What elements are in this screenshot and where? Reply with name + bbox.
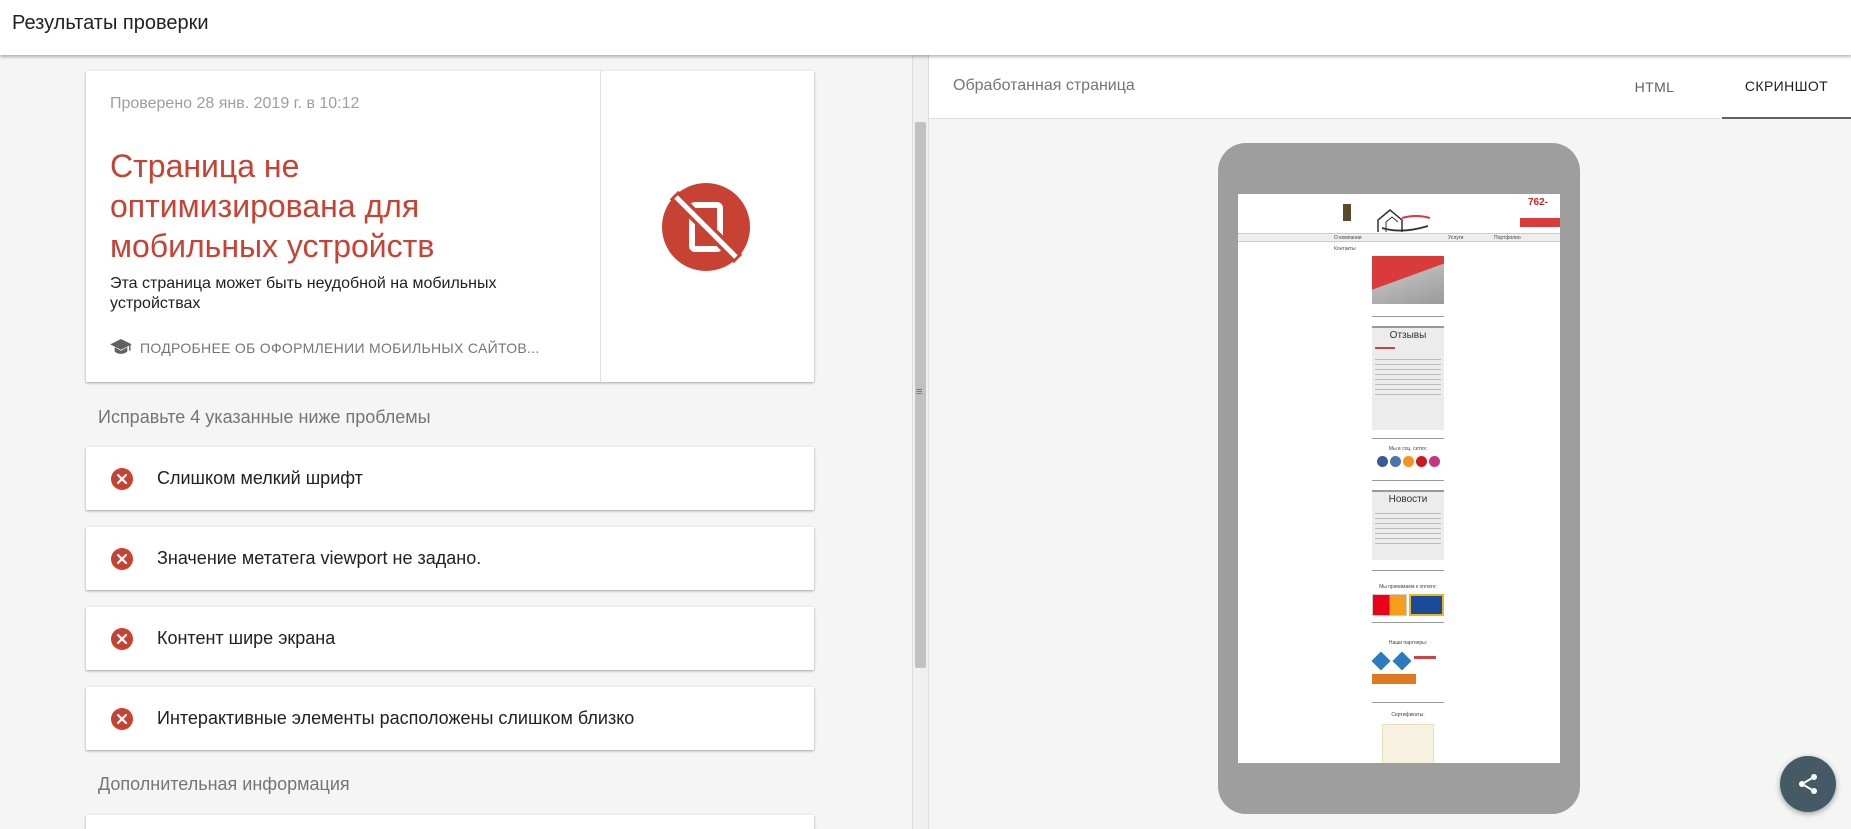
preview-panel: Обработанная страница HTML СКРИНШОТ 762-… bbox=[929, 55, 1851, 829]
share-icon bbox=[1799, 774, 1817, 794]
site-reviews-text bbox=[1375, 359, 1441, 399]
error-circle-icon bbox=[111, 467, 133, 490]
site-payment-label: Мы принимаем к оплате: bbox=[1379, 584, 1437, 590]
summary-divider bbox=[600, 71, 601, 382]
vk-icon bbox=[1389, 456, 1401, 467]
splitter-grip-icon[interactable]: ≡ bbox=[916, 386, 922, 398]
site-discount-banner bbox=[1372, 256, 1444, 304]
site-separator bbox=[1372, 438, 1444, 439]
site-social: Мы в соц. сетях: bbox=[1372, 446, 1444, 467]
not-mobile-friendly-icon bbox=[662, 183, 750, 271]
learn-more-label: ПОДРОБНЕЕ ОБ ОФОРМЛЕНИИ МОБИЛЬНЫХ САЙТОВ… bbox=[140, 340, 540, 356]
tab-html[interactable]: HTML bbox=[1593, 55, 1716, 119]
additional-info-card[interactable] bbox=[86, 815, 814, 829]
result-headline: Страница не оптимизирована для мобильных… bbox=[110, 148, 435, 264]
issue-item[interactable]: Интерактивные элементы расположены слишк… bbox=[86, 687, 814, 750]
site-certificates: Сертификаты: bbox=[1372, 712, 1444, 763]
app-header: Результаты проверки bbox=[0, 0, 1851, 55]
site-news-text bbox=[1375, 513, 1441, 547]
site-nav-about: О компании bbox=[1334, 235, 1362, 241]
site-separator bbox=[1372, 570, 1444, 571]
site-partner-logos bbox=[1371, 651, 1444, 671]
site-separator bbox=[1372, 316, 1444, 317]
visa-icon bbox=[1409, 594, 1444, 616]
site-nav-portfolio: Портфолио bbox=[1494, 235, 1521, 241]
site-nav-contacts: Контакты bbox=[1334, 246, 1356, 252]
error-circle-icon bbox=[111, 627, 133, 650]
issues-heading: Исправьте 4 указанные ниже проблемы bbox=[98, 407, 431, 427]
site-header: 762- bbox=[1238, 194, 1560, 234]
issue-item[interactable]: Контент шире экрана bbox=[86, 607, 814, 670]
issue-label: Слишком мелкий шрифт bbox=[157, 468, 363, 488]
site-nav-services: Услуги bbox=[1448, 235, 1464, 241]
tab-screenshot[interactable]: СКРИНШОТ bbox=[1722, 55, 1851, 119]
partner-logo-icon bbox=[1414, 656, 1436, 668]
graduation-cap-icon bbox=[110, 339, 132, 354]
additional-info-heading: Дополнительная информация bbox=[98, 774, 350, 794]
page-title: Результаты проверки bbox=[12, 12, 209, 34]
site-social-icons bbox=[1372, 456, 1444, 467]
results-panel: Проверено 28 янв. 2019 г. в 10:12 Страни… bbox=[0, 55, 912, 829]
error-circle-icon bbox=[111, 547, 133, 570]
partner-logo-icon bbox=[1372, 674, 1416, 684]
issue-item[interactable]: Слишком мелкий шрифт bbox=[86, 447, 814, 510]
site-logo-icon bbox=[1377, 209, 1431, 232]
preview-tabs-bar: Обработанная страница HTML СКРИНШОТ bbox=[929, 55, 1851, 119]
youtube-icon bbox=[1415, 456, 1427, 467]
instagram-icon bbox=[1428, 456, 1440, 467]
site-news-box: Новости bbox=[1372, 490, 1444, 560]
site-callback-button bbox=[1520, 218, 1560, 227]
issue-label: Контент шире экрана bbox=[157, 628, 336, 648]
facebook-icon bbox=[1376, 456, 1388, 467]
site-partners-label: Наши партнеры: bbox=[1388, 640, 1428, 646]
partner-logo-icon bbox=[1392, 651, 1412, 671]
checked-timestamp: Проверено 28 янв. 2019 г. в 10:12 bbox=[110, 95, 360, 112]
site-separator bbox=[1372, 702, 1444, 703]
site-partners: Наши партнеры: bbox=[1371, 640, 1444, 684]
error-circle-icon bbox=[111, 707, 133, 730]
site-reviews-heading: Отзывы bbox=[1389, 330, 1427, 341]
issue-label: Значение метатега viewport не задано. bbox=[157, 548, 482, 568]
site-social-label: Мы в соц. сетях: bbox=[1388, 446, 1428, 452]
site-certificates-label: Сертификаты: bbox=[1391, 712, 1425, 718]
site-news-heading: Новости bbox=[1388, 494, 1428, 505]
site-payment: Мы принимаем к оплате: bbox=[1372, 584, 1444, 616]
site-nav: О компании Услуги Портфолио bbox=[1238, 233, 1560, 242]
learn-more-link[interactable]: ПОДРОБНЕЕ ОБ ОФОРМЛЕНИИ МОБИЛЬНЫХ САЙТОВ… bbox=[110, 339, 540, 357]
site-reviews-author bbox=[1375, 347, 1395, 349]
site-door-icon bbox=[1343, 204, 1351, 221]
page-screenshot: 762- О компании Услуги Портфолио Контакт… bbox=[1238, 194, 1560, 763]
ok-icon bbox=[1402, 456, 1414, 467]
issue-item[interactable]: Значение метатега viewport не задано. bbox=[86, 527, 814, 590]
partner-logo-icon bbox=[1371, 651, 1391, 671]
certificate-thumbnail bbox=[1382, 724, 1434, 763]
site-payment-logos bbox=[1372, 594, 1444, 616]
phone-frame: 762- О компании Услуги Портфолио Контакт… bbox=[1218, 143, 1580, 814]
panel-splitter[interactable]: ≡ bbox=[912, 55, 929, 829]
site-phone: 762- bbox=[1528, 197, 1549, 208]
site-separator bbox=[1372, 480, 1444, 481]
site-separator bbox=[1372, 622, 1444, 623]
summary-card: Проверено 28 янв. 2019 г. в 10:12 Страни… bbox=[86, 71, 814, 382]
share-button[interactable] bbox=[1780, 756, 1836, 812]
rendered-page-label: Обработанная страница bbox=[953, 77, 1135, 94]
issue-label: Интерактивные элементы расположены слишк… bbox=[157, 708, 635, 728]
site-reviews-box: Отзывы bbox=[1372, 326, 1444, 430]
result-subtitle: Эта страница может быть неудобной на моб… bbox=[110, 275, 497, 312]
mastercard-icon bbox=[1372, 594, 1407, 616]
